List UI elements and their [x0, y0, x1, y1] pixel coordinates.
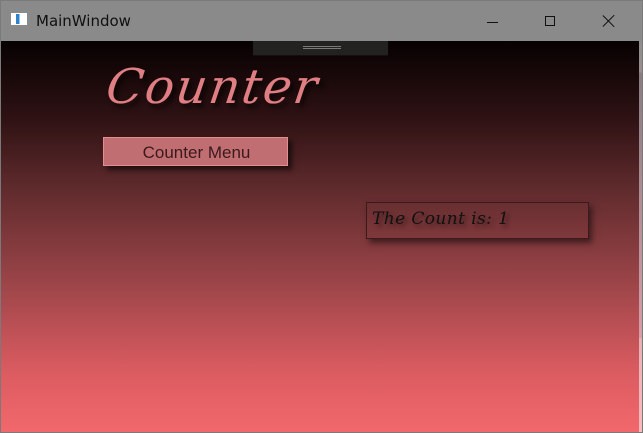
page-title: Counter — [102, 59, 323, 115]
counter-menu-button[interactable]: Counter Menu — [103, 137, 288, 166]
maximize-button[interactable] — [527, 1, 573, 41]
window-titlebar[interactable]: MainWindow — [1, 1, 642, 41]
window-title: MainWindow — [36, 12, 131, 30]
minimize-button[interactable] — [469, 1, 515, 41]
count-label: The Count is: 1 — [372, 209, 510, 229]
maximize-icon — [545, 16, 555, 26]
window-content-area: Counter Counter Menu The Count is: 1 — [1, 41, 642, 432]
minimize-icon — [486, 21, 498, 23]
drag-handle-icon — [303, 46, 341, 49]
close-icon — [602, 14, 616, 28]
main-window: MainWindow Counter Counter Menu The Coun… — [0, 0, 643, 433]
close-button[interactable] — [586, 1, 632, 41]
window-app-icon — [11, 13, 27, 25]
right-edge-strip — [639, 41, 642, 432]
count-display-box: The Count is: 1 — [366, 202, 589, 239]
top-drag-handle[interactable] — [253, 41, 388, 55]
